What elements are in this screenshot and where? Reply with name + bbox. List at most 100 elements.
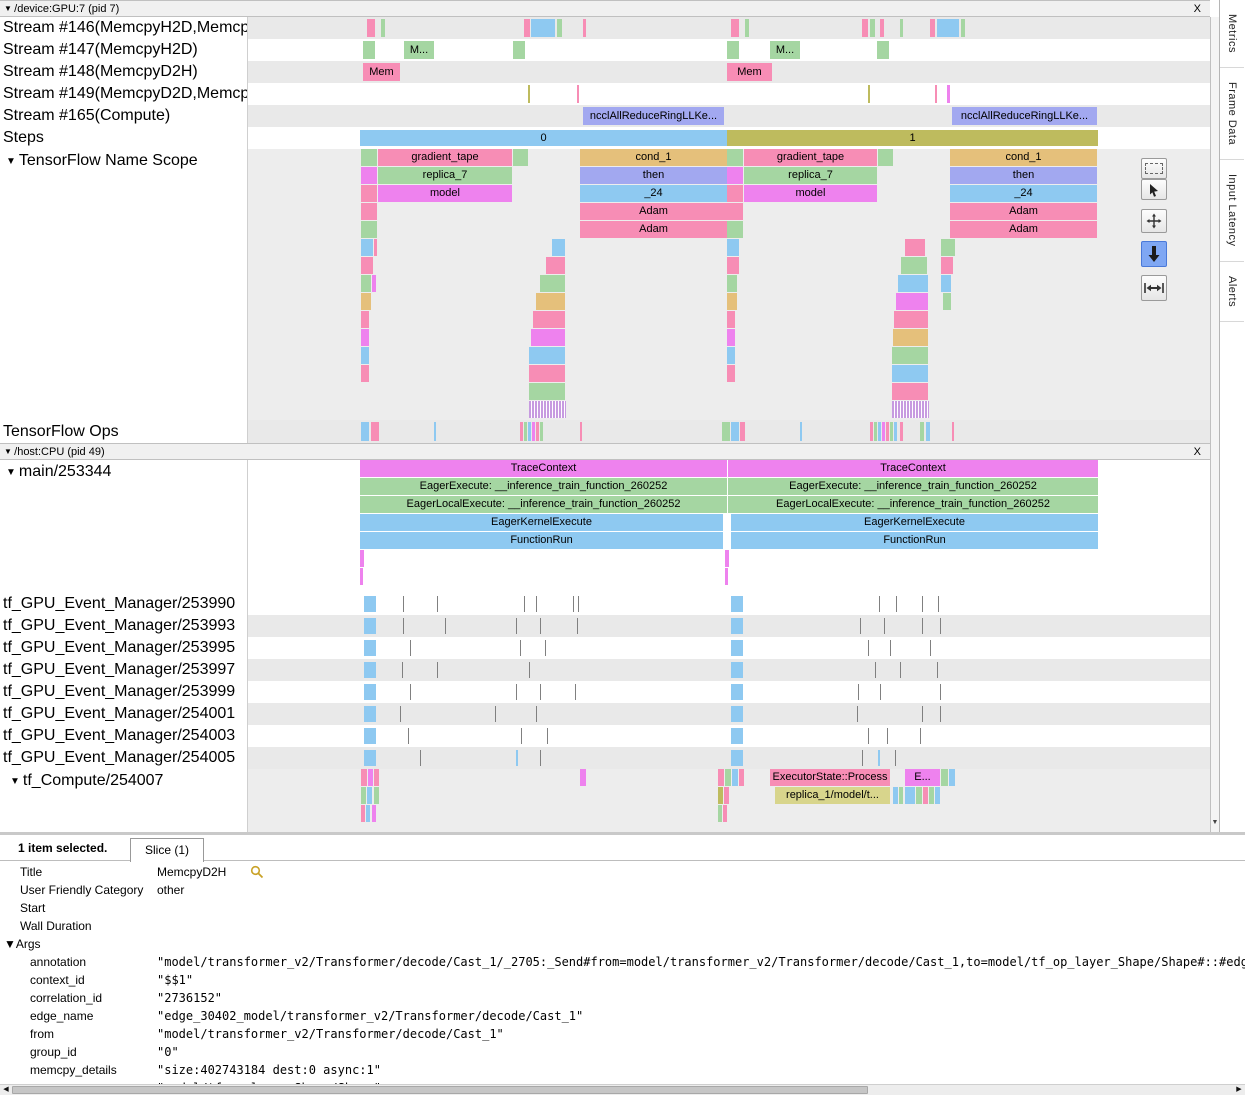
trace-slice[interactable] [363,41,375,59]
trace-slice[interactable] [961,19,965,37]
trace-slice[interactable] [578,596,579,612]
slice-adam[interactable]: Adam [580,221,727,238]
trace-slice[interactable] [361,167,377,184]
trace-slice[interactable] [368,769,373,786]
trace-slice[interactable] [892,365,928,382]
slice-m-[interactable]: M... [404,41,434,59]
scroll-right-button[interactable]: ▶ [1233,1085,1245,1095]
trace-slice[interactable] [540,750,541,766]
slice-eagerkernelexecute[interactable]: EagerKernelExecute [360,514,723,531]
trace-slice[interactable] [882,422,885,441]
slice-eagerlocalexecute-inference-train-function-260252[interactable]: EagerLocalExecute: __inference_train_fun… [728,496,1098,513]
trace-slice[interactable] [727,347,735,364]
trace-slice[interactable] [731,684,743,700]
slice-m-[interactable]: M... [770,41,800,59]
trace-slice[interactable] [366,805,370,822]
trace-slice[interactable] [361,221,377,238]
trace-slice[interactable] [520,422,523,441]
trace-slice[interactable] [521,728,522,744]
trace-slice[interactable] [410,684,411,700]
trace-slice[interactable] [739,769,744,786]
trace-slice[interactable] [875,662,876,678]
trace-slice[interactable] [929,787,934,804]
trace-slice[interactable] [364,728,376,744]
trace-slice[interactable] [403,596,404,612]
trace-slice[interactable] [868,85,870,103]
trace-slice[interactable] [516,618,517,634]
trace-slice[interactable] [540,275,565,292]
collapse-icon[interactable]: ▼ [6,467,16,478]
trace-slice[interactable] [732,769,738,786]
track-label[interactable]: ▼main/253344 [0,460,248,593]
slice-eagerexecute-inference-train-function-260252[interactable]: EagerExecute: __inference_train_function… [360,478,727,495]
trace-slice[interactable] [545,640,546,656]
trace-slice[interactable] [878,149,893,166]
trace-slice[interactable] [731,662,743,678]
trace-slice[interactable] [361,329,369,346]
slice-adam[interactable]: Adam [950,203,1097,220]
trace-slice[interactable] [892,347,928,364]
trace-slice[interactable] [725,769,731,786]
slice-then[interactable]: then [950,167,1097,184]
collapse-icon[interactable]: ▼ [10,776,20,787]
trace-slice[interactable] [529,347,565,364]
trace-slice[interactable] [941,769,948,786]
slice-mem[interactable]: Mem [727,63,772,81]
trace-slice[interactable] [857,706,858,722]
trace-slice[interactable] [725,568,728,585]
trace-slice[interactable] [547,728,548,744]
trace-slice[interactable] [890,422,893,441]
trace-slice[interactable] [862,750,863,766]
trace-slice[interactable] [408,728,409,744]
trace-slice[interactable] [947,85,950,103]
trace-slice[interactable] [899,787,903,804]
trace-slice[interactable] [573,596,574,612]
pointer-tool[interactable] [1141,179,1167,200]
trace-slice[interactable] [900,422,903,441]
process-header-gpu[interactable]: ▼ /device:GPU:7 (pid 7)X [0,0,1210,17]
trace-slice[interactable] [862,19,868,37]
trace-slice[interactable] [731,422,739,441]
trace-slice[interactable] [400,706,401,722]
trace-slice[interactable] [374,787,379,804]
trace-slice[interactable] [926,422,930,441]
trace-slice[interactable] [731,19,739,37]
trace-slice[interactable] [727,221,743,238]
collapse-icon[interactable]: ▼ [6,156,16,167]
slice-e-[interactable]: E... [905,769,940,786]
trace-slice[interactable] [580,769,586,786]
trace-slice[interactable] [727,149,743,166]
trace-slice[interactable] [532,422,535,441]
trace-slice[interactable] [364,640,376,656]
trace-slice[interactable] [420,750,421,766]
magnifier-icon[interactable] [250,865,264,882]
trace-slice[interactable] [905,787,915,804]
side-tab-metrics[interactable]: Metrics [1220,0,1244,68]
trace-slice[interactable] [531,329,565,346]
trace-slice[interactable] [878,422,881,441]
trace-slice[interactable] [361,311,369,328]
trace-slice[interactable] [364,706,376,722]
trace-slice[interactable] [895,750,896,766]
trace-slice[interactable] [371,422,379,441]
trace-slice[interactable] [374,769,379,786]
side-tab-alerts[interactable]: Alerts [1220,262,1244,322]
trace-slice[interactable] [529,662,530,678]
trace-slice[interactable] [361,203,377,220]
slice-replica-7[interactable]: replica_7 [378,167,512,184]
track-label[interactable]: ▼TensorFlow Name Scope [0,149,248,420]
trace-slice[interactable] [731,728,743,744]
trace-slice[interactable] [533,311,565,328]
trace-slice[interactable] [898,275,928,292]
slice-cond-1[interactable]: cond_1 [580,149,727,166]
trace-slice[interactable] [364,750,376,766]
trace-slice[interactable] [870,19,875,37]
slice-eagerkernelexecute[interactable]: EagerKernelExecute [731,514,1098,531]
trace-slice[interactable] [445,618,446,634]
slice-tracecontext[interactable]: TraceContext [360,460,727,477]
trace-slice[interactable] [886,422,889,441]
trace-slice[interactable] [577,618,578,634]
trace-slice[interactable] [900,19,903,37]
trace-slice[interactable] [930,19,935,37]
trace-slice[interactable] [531,19,555,37]
